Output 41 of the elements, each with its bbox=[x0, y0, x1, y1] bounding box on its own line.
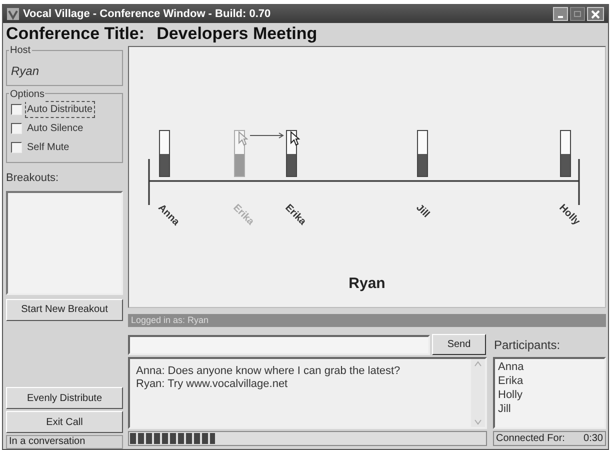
chat-message: Ryan: Try www.vocalvillage.net bbox=[136, 378, 289, 391]
group-label: Options bbox=[9, 87, 46, 102]
level-meter[interactable] bbox=[417, 130, 428, 177]
chat-message: Anna: Does anyone know where I can grab the latest? bbox=[136, 365, 402, 378]
action-button[interactable]: Exit Call bbox=[6, 411, 123, 433]
checkbox-label[interactable]: Self Mute bbox=[26, 140, 70, 155]
move-arrow bbox=[250, 132, 284, 139]
breakouts-list[interactable] bbox=[6, 190, 123, 294]
checkbox[interactable] bbox=[11, 123, 22, 134]
listener-name: Ryan bbox=[348, 274, 386, 294]
speaker-name: Jill bbox=[412, 201, 432, 222]
window-title: Vocal Village - Conference Window - Build: 0.70 bbox=[23, 6, 271, 22]
level-meter[interactable] bbox=[560, 130, 571, 177]
app-icon bbox=[7, 8, 19, 20]
send-button[interactable]: Send bbox=[432, 334, 486, 355]
conference-title-label: Conference Title: bbox=[6, 23, 145, 46]
start-breakout-button[interactable]: Start New Breakout bbox=[6, 298, 123, 320]
checkbox-label[interactable]: Auto Silence bbox=[26, 121, 84, 136]
connected-label: Connected For: bbox=[496, 432, 565, 446]
checkbox-label[interactable]: Auto Distribute bbox=[26, 102, 94, 117]
checkbox[interactable] bbox=[11, 104, 22, 115]
host-name: Ryan bbox=[11, 64, 40, 78]
breakouts-label: Breakouts: bbox=[6, 171, 60, 186]
close-button[interactable] bbox=[587, 7, 604, 21]
participant-item[interactable]: Jill bbox=[498, 402, 601, 416]
checkbox[interactable] bbox=[11, 142, 22, 153]
participant-item[interactable]: Erika bbox=[498, 374, 601, 388]
message-input[interactable] bbox=[128, 334, 430, 354]
status-text: In a conversation bbox=[6, 435, 123, 449]
cursor-icon bbox=[238, 131, 248, 146]
level-meter[interactable] bbox=[159, 130, 170, 177]
participant-item[interactable]: Holly bbox=[498, 388, 601, 402]
cursor-icon bbox=[290, 131, 300, 146]
close-icon bbox=[591, 10, 600, 18]
action-button[interactable]: Evenly Distribute bbox=[6, 387, 123, 409]
minimize-button[interactable] bbox=[553, 7, 568, 21]
participants-label: Participants: bbox=[494, 336, 560, 354]
logged-in-bar: Logged in as: Ryan bbox=[128, 314, 606, 327]
participant-item[interactable]: Anna bbox=[498, 360, 601, 374]
connected-time: 0:30 bbox=[584, 432, 603, 446]
conference-title: Developers Meeting bbox=[156, 23, 318, 46]
